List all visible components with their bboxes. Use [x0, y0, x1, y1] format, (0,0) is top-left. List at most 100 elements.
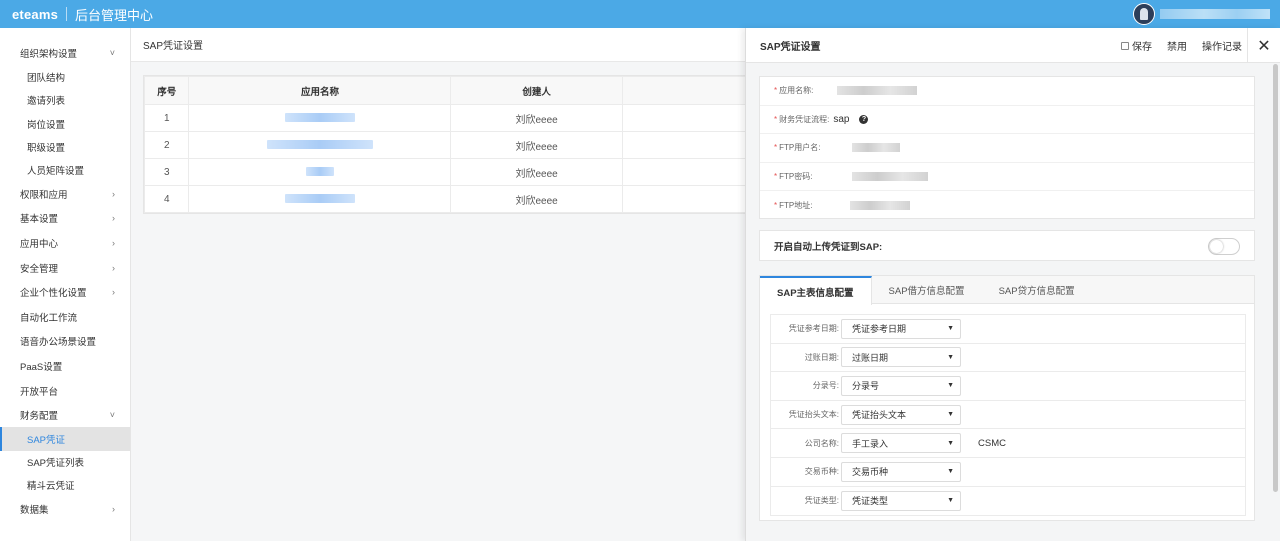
form-label: 凭证参考日期: — [788, 324, 839, 334]
sidebar-item-label: 财务配置 — [20, 411, 59, 423]
chevron-icon: › — [112, 262, 115, 273]
auto-upload-row: 开启自动上传凭证到SAP: — [759, 230, 1255, 261]
form-row: 分录号: 分录号 ▼ — [771, 372, 1245, 401]
user-name-redacted[interactable] — [1160, 9, 1270, 19]
table-row[interactable]: 1刘欣eeee2020 — [143, 104, 783, 132]
select-value: 凭证类型 — [852, 496, 889, 507]
process-label: 财务凭证流程: — [779, 114, 830, 124]
row-app-name[interactable] — [188, 131, 452, 159]
save-button[interactable]: 保存 — [1121, 38, 1152, 53]
row-creator: 刘欣eeee — [450, 185, 623, 213]
dropdown-arrow-icon: ▼ — [947, 468, 954, 476]
sidebar-item[interactable]: 团队结构 — [0, 66, 130, 89]
app-name-link-redacted[interactable] — [305, 167, 334, 177]
sidebar-item-label: SAP凭证列表 — [27, 458, 85, 470]
process-value: sap — [833, 113, 850, 125]
sidebar-item[interactable]: 组织架构设置 ˅ — [0, 41, 130, 66]
sidebar-item[interactable]: 人员矩阵设置 — [0, 158, 130, 181]
sidebar-item[interactable]: 权限和应用 › — [0, 182, 130, 207]
disable-button[interactable]: 禁用 — [1167, 38, 1187, 53]
form-row: 凭证参考日期: 凭证参考日期 ▼ — [771, 315, 1245, 344]
sidebar-item[interactable]: 邀请列表 — [0, 89, 130, 112]
row-app-name[interactable] — [188, 158, 452, 186]
app-name-link-redacted[interactable] — [284, 194, 355, 204]
form-row: 凭证类型: 凭证类型 ▼ — [771, 487, 1245, 516]
sidebar-item[interactable]: 精斗云凭证 — [0, 474, 130, 497]
app-name-link-redacted[interactable] — [266, 140, 373, 150]
form-row: 凭证抬头文本: 凭证抬头文本 ▼ — [771, 401, 1245, 430]
table-row[interactable]: 2刘欣eeee2020 — [143, 131, 783, 159]
chevron-icon: › — [112, 213, 115, 224]
app-name-link-redacted[interactable] — [284, 113, 355, 123]
help-icon[interactable]: ? — [859, 114, 869, 124]
sap-config-table: 序号 应用名称 创建人 1刘欣eeee20202刘欣eeee20203刘欣eee… — [143, 75, 783, 214]
sidebar-item[interactable]: 企业个性化设置 › — [0, 280, 130, 305]
sidebar-item-label: 精斗云凭证 — [27, 481, 75, 493]
form-label: 交易币种: — [804, 467, 839, 477]
ftp-password-label: FTP密码: — [779, 172, 813, 182]
ftp-address-value-redacted — [850, 201, 911, 211]
sidebar-nav: 组织架构设置 ˅ 团队结构 邀请列表岗位设置职级设置 人员矩阵设置 权限和应用 › 基本设置 ›… — [0, 28, 131, 541]
select-value: 分录号 — [852, 381, 880, 392]
row-app-name[interactable] — [188, 104, 452, 132]
sidebar-item[interactable]: 安全管理 › — [0, 255, 130, 280]
top-bar: eteams 后台管理中心 — [0, 0, 1280, 28]
field-select[interactable]: 交易币种 ▼ — [841, 461, 961, 482]
sidebar-item[interactable]: 自动化工作流 — [0, 305, 130, 330]
auto-upload-toggle[interactable] — [1208, 238, 1240, 255]
sidebar-item[interactable]: 应用中心 › — [0, 231, 130, 256]
process-row: * 财务凭证流程: sap ? — [760, 106, 1254, 135]
field-select[interactable]: 过账日期 ▼ — [841, 347, 961, 368]
app-name-value-redacted — [837, 86, 918, 96]
tab-bar: SAP主表信息配置 SAP借方信息配置 SAP贷方信息配置 — [760, 276, 1254, 305]
app-logo[interactable]: eteams — [12, 7, 58, 22]
chevron-icon: › — [112, 287, 115, 298]
table-row[interactable]: 3刘欣eeee2020 — [143, 158, 783, 186]
operation-log-button[interactable]: 操作记录 — [1202, 38, 1242, 53]
panel-header: SAP凭证设置 保存 禁用 操作记录 ✕ — [746, 28, 1280, 63]
table-row[interactable]: 4刘欣eeee2020 — [143, 185, 783, 213]
sidebar-item-label: 开放平台 — [20, 386, 59, 398]
sidebar-item[interactable]: 开放平台 — [0, 378, 130, 403]
field-select[interactable]: 手工录入 ▼ — [841, 433, 961, 454]
tab-credit-info[interactable]: SAP贷方信息配置 — [982, 276, 1092, 304]
row-creator: 刘欣eeee — [450, 158, 623, 186]
sidebar-item-label: 语音办公场景设置 — [20, 337, 97, 349]
ftp-address-row: * FTP地址: — [760, 191, 1254, 220]
sidebar-item[interactable]: 职级设置 — [0, 135, 130, 158]
close-icon[interactable]: ✕ — [1247, 28, 1280, 63]
select-value: 凭证抬头文本 — [852, 410, 907, 421]
sidebar-item-label: 组织架构设置 — [20, 49, 78, 61]
field-select[interactable]: 凭证类型 ▼ — [841, 490, 961, 511]
sidebar-item[interactable]: 基本设置 › — [0, 206, 130, 231]
sidebar-item[interactable]: 岗位设置 — [0, 112, 130, 135]
form-row: 公司名称: 手工录入 ▼ CSMC — [771, 429, 1245, 458]
dropdown-arrow-icon: ▼ — [947, 382, 954, 390]
sidebar-item[interactable]: PaaS设置 — [0, 354, 130, 379]
form-row: 交易币种: 交易币种 ▼ — [771, 458, 1245, 487]
ftp-user-row: * FTP用户名: — [760, 134, 1254, 163]
field-select[interactable]: 凭证抬头文本 ▼ — [841, 404, 961, 425]
sidebar-item-label: 自动化工作流 — [20, 312, 78, 324]
row-app-name[interactable] — [188, 185, 452, 213]
sidebar-item-label: 安全管理 — [20, 263, 59, 275]
app-name-row: * 应用名称: — [760, 77, 1254, 106]
tab-debit-info[interactable]: SAP借方信息配置 — [872, 276, 982, 304]
panel-scrollbar[interactable] — [1273, 64, 1278, 492]
sidebar-item[interactable]: SAP凭证列表 — [0, 451, 130, 474]
field-select[interactable]: 分录号 ▼ — [841, 375, 961, 396]
panel-title: SAP凭证设置 — [760, 41, 821, 53]
sidebar-item-label: 岗位设置 — [27, 119, 66, 131]
sidebar-item[interactable]: 数据集 › — [0, 497, 130, 522]
ftp-password-row: * FTP密码: — [760, 163, 1254, 192]
form-label: 分录号: — [812, 381, 839, 391]
sidebar-item[interactable]: 语音办公场景设置 — [0, 329, 130, 354]
form-label: 凭证抬头文本: — [788, 410, 839, 420]
tab-main-info[interactable]: SAP主表信息配置 — [760, 276, 872, 305]
sidebar-item[interactable]: 财务配置 ˅ — [0, 403, 130, 428]
field-select[interactable]: 凭证参考日期 ▼ — [841, 318, 961, 339]
sidebar-item[interactable]: SAP凭证 — [0, 427, 130, 451]
user-avatar-icon[interactable] — [1133, 3, 1155, 25]
sidebar-item-label: SAP凭证 — [27, 435, 66, 447]
dropdown-arrow-icon: ▼ — [947, 325, 954, 333]
